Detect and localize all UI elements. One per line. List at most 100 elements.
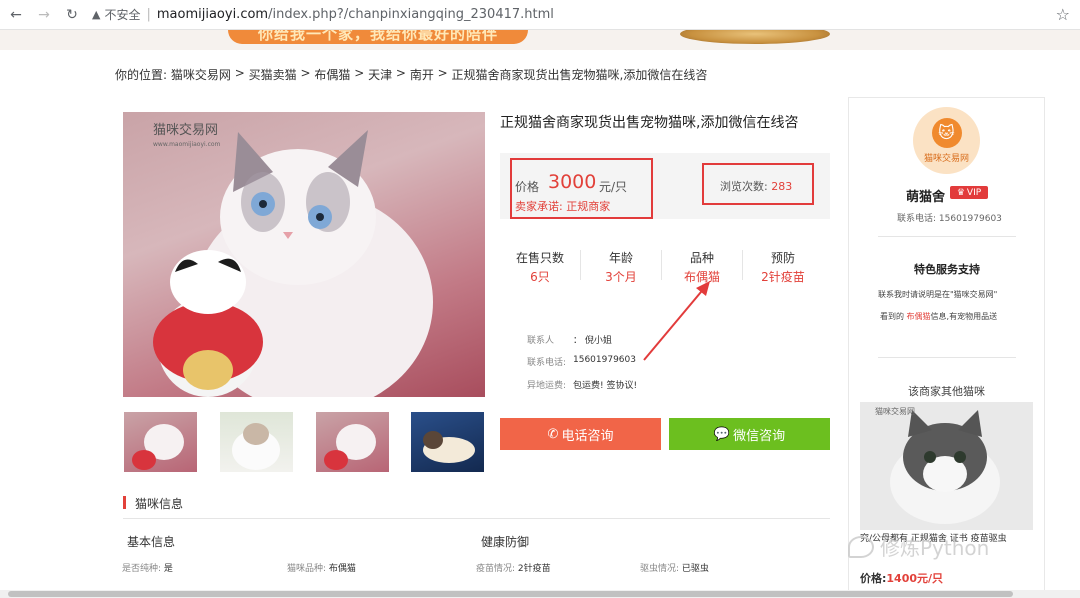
info-value: 2针疫苗 [517, 564, 551, 574]
stat-value: 2针疫苗 [761, 270, 805, 284]
stat-label: 品种 [689, 251, 714, 265]
shop-phone-value: 15601979603 [938, 214, 1002, 224]
breadcrumb-separator: > [437, 66, 448, 80]
url-separator: | [146, 7, 151, 22]
stat-label: 预防 [770, 251, 795, 265]
thumbnail-2[interactable] [220, 412, 293, 472]
sidebar-divider [878, 357, 1016, 358]
info-value: 布偶猫 [328, 564, 356, 574]
stat-stock: 在售只数 6只 [500, 249, 580, 285]
breadcrumb-item[interactable]: 天津 [368, 66, 392, 83]
breadcrumb-separator: > [395, 66, 406, 80]
annotation-arrow [643, 281, 710, 361]
price-value: 3000 [548, 171, 597, 193]
breadcrumb: 你的位置: 猫咪交易网 > 买猫卖猫 > 布偶猫 > 天津 > 南开 > 正规猫… [115, 66, 707, 83]
other-cats-title: 该商家其他猫咪 [908, 385, 985, 398]
contact-value[interactable]: 15601979603 [573, 355, 636, 368]
info-label: 猫咪品种: [287, 564, 327, 574]
seller-logo[interactable]: 🐱 猫咪交易网 [913, 107, 980, 174]
wechat-button-label: 微信咨询 [733, 428, 786, 444]
browser-toolbar: ← → ↻ ▲ 不安全 | maomijiaoyi.com /index.php… [0, 0, 1080, 30]
info-label: 疫苗情况: [476, 564, 516, 574]
address-bar[interactable]: ▲ 不安全 | maomijiaoyi.com /index.php?/chan… [92, 6, 554, 23]
security-label: 不安全 [104, 8, 141, 22]
info-value: 已驱虫 [681, 564, 709, 574]
thumbnail-1[interactable] [124, 412, 197, 472]
stat-label: 在售只数 [515, 251, 564, 265]
breadcrumb-item[interactable]: 买猫卖猫 [249, 66, 297, 83]
watermark-text: 修炼Python [880, 536, 990, 560]
thumb-cat-1 [132, 424, 184, 470]
breadcrumb-prefix: 你的位置: [115, 68, 168, 82]
other-cat-price: 价格:1400元/只 [860, 570, 943, 586]
warning-icon: ▲ [92, 8, 101, 21]
thumb-cat-3 [324, 424, 376, 470]
url-domain: maomijiaoyi.com [156, 7, 269, 22]
wechat-consult-button[interactable]: 💬 微信咨询 [669, 418, 830, 450]
other-photo-watermark: 猫咪交易网 [875, 406, 915, 416]
top-banner: 你给我一个家，我给你最好的陪伴 [0, 30, 1080, 50]
service-title: 特色服务支持 [914, 263, 980, 276]
section-divider [123, 518, 830, 519]
view-count: 浏览次数: 283 [720, 178, 792, 194]
vip-badge: ♛ VIP [950, 186, 988, 199]
photo-watermark: 猫咪交易网 [153, 122, 218, 138]
service-note-2: 看到的 布偶猫信息,有宠物用品送 [880, 311, 997, 322]
contact-value: 包运费! 签协议! [573, 381, 638, 391]
url-path: /index.php?/chanpinxiangqing_230417.html [268, 7, 554, 22]
photo-watermark-url: www.maomijiaoyi.com [153, 141, 221, 148]
thumb-cat-4 [423, 431, 475, 463]
phone-consult-button[interactable]: ✆ 电话咨询 [500, 418, 661, 450]
banner-food-image [680, 30, 830, 44]
reload-icon[interactable]: ↻ [60, 3, 84, 27]
breadcrumb-item[interactable]: 猫咪交易网 [171, 66, 231, 83]
breadcrumb-current: 正规猫舍商家现货出售宠物猫咪,添加微信在线咨 [451, 68, 708, 82]
thumbnail-3[interactable] [316, 412, 389, 472]
info-vaccine: 疫苗情况: 2针疫苗 [476, 561, 551, 574]
section-accent-bar [123, 496, 126, 509]
seller-promise: 卖家承诺: 正规商家 [515, 200, 611, 213]
info-purebred: 是否纯种: 是 [122, 561, 173, 574]
phone-button-label: 电话咨询 [561, 428, 614, 444]
info-value: 是 [163, 564, 173, 574]
contact-label: 联系电话: [527, 358, 567, 368]
stat-vaccine: 预防 2针疫苗 [743, 249, 823, 285]
arrow-left-icon[interactable]: ← [4, 3, 28, 27]
shop-phone-label: 联系电话: [897, 214, 937, 224]
breadcrumb-separator: > [354, 66, 365, 80]
shop-name[interactable]: 萌猫舍 [906, 186, 945, 205]
contact-label: 异地运费: [527, 381, 567, 391]
info-breed: 猫咪品种: 布偶猫 [287, 561, 356, 574]
stat-value: 6只 [530, 270, 550, 284]
wechat-watermark: 修炼Python [848, 532, 989, 561]
sidebar-divider [878, 236, 1016, 237]
contact-value: ： 倪小姐 [573, 336, 612, 346]
scrollbar-thumb[interactable] [8, 591, 1013, 597]
other-cat-illustration: 猫咪交易网 [875, 406, 1000, 524]
breadcrumb-item[interactable]: 南开 [410, 66, 434, 83]
views-label: 浏览次数: [720, 180, 768, 193]
price-unit: 元/只 [599, 180, 628, 194]
service-note: 联系我时请说明是在"猫咪交易网" [878, 290, 998, 299]
cat-logo-icon: 🐱 [931, 117, 962, 148]
info-label: 是否纯种: [122, 564, 162, 574]
other-cat-photo[interactable]: 猫咪交易网 [860, 402, 1033, 530]
crown-icon: ♛ [956, 187, 965, 198]
contact-shipping-row: 异地运费: 包运费! 签协议! [527, 378, 637, 391]
logo-text: 猫咪交易网 [923, 153, 969, 164]
price-label: 价格 [515, 180, 540, 194]
breadcrumb-item[interactable]: 布偶猫 [314, 66, 350, 83]
banner-slogan: 你给我一个家，我给你最好的陪伴 [228, 30, 528, 44]
main-cat-photo[interactable]: 猫咪交易网 www.maomijiaoyi.com [123, 112, 485, 397]
contact-person-row: 联系人 ： 倪小姐 [527, 333, 612, 346]
cat-illustration: 猫咪交易网 www.maomijiaoyi.com [153, 122, 433, 397]
arrow-right-icon[interactable]: → [32, 3, 56, 27]
wechat-icon: 💬 [713, 426, 731, 442]
other-price-value: 1400元/只 [886, 572, 944, 585]
info-label: 驱虫情况: [640, 564, 680, 574]
phone-icon: ✆ [547, 426, 559, 442]
thumbnail-4[interactable] [411, 412, 484, 472]
star-icon[interactable]: ☆ [1056, 5, 1070, 24]
note-highlight: 布偶猫 [906, 312, 931, 321]
note-suffix: 信息,有宠物用品送 [930, 312, 998, 321]
